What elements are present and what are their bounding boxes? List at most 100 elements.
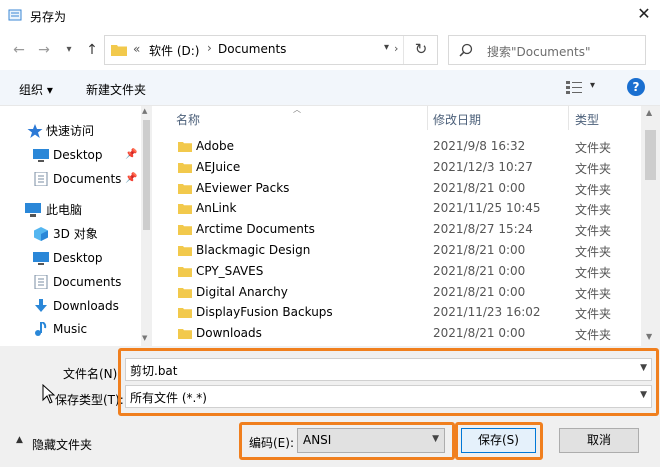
pin-icon[interactable]: 📌 <box>125 144 137 166</box>
file-row[interactable]: Arctime Documents 2021/8/27 15:24 文件夹 <box>152 220 627 241</box>
file-name: AnLink <box>196 201 237 216</box>
computer-icon <box>25 203 41 217</box>
scroll-down-icon[interactable]: ▼ <box>142 334 147 342</box>
filetype-label: 保存类型(T): <box>55 393 124 407</box>
file-type: 文件夹 <box>575 141 612 155</box>
document-icon <box>34 275 48 289</box>
file-name: AEJuice <box>196 159 241 174</box>
file-row[interactable]: CPY_SAVES 2021/8/21 0:00 文件夹 <box>152 262 627 283</box>
pin-icon[interactable]: 📌 <box>125 168 137 190</box>
forward-arrow-icon[interactable]: → <box>35 39 53 61</box>
folder-icon <box>178 266 192 277</box>
folder-icon <box>178 183 192 194</box>
file-row[interactable]: Adobe 2021/9/8 16:32 文件夹 <box>152 137 627 158</box>
folder-icon <box>178 142 192 152</box>
file-list: ︿ 名称 修改日期 类型 Adobe 2021/9/8 16:32 文件夹 AEJui… <box>152 106 660 346</box>
cancel-button[interactable]: 取消 <box>559 428 639 453</box>
highlight-box <box>239 422 455 460</box>
file-type: 文件夹 <box>575 245 612 259</box>
file-row[interactable]: AnLink 2021/11/25 10:45 文件夹 <box>152 199 627 220</box>
highlight-box <box>455 422 543 460</box>
file-name: Downloads <box>196 326 262 341</box>
document-icon <box>34 172 48 186</box>
scroll-up-icon[interactable]: ▲ <box>646 108 652 117</box>
file-row[interactable]: Blackmagic Design 2021/8/21 0:00 文件夹 <box>152 241 627 262</box>
navigation-pane: 快速访问 Desktop 📌 Documents 📌 此电脑 3D 对象 Des… <box>0 106 152 346</box>
toolbar: 组织 ▾ 新建文件夹 ▾ ? <box>0 70 660 106</box>
file-row[interactable]: AEviewer Packs 2021/8/21 0:00 文件夹 <box>152 179 627 200</box>
file-name: DisplayFusion Backups <box>196 305 333 320</box>
music-icon <box>35 322 47 336</box>
chevron-up-icon[interactable]: ▲ <box>16 435 23 445</box>
column-type[interactable]: 类型 <box>575 111 599 128</box>
file-row[interactable]: Digital Anarchy 2021/8/21 0:00 文件夹 <box>152 283 627 304</box>
file-type: 文件夹 <box>575 286 612 301</box>
file-name: CPY_SAVES <box>196 263 264 278</box>
notepad-icon <box>8 9 22 21</box>
column-divider[interactable] <box>427 106 428 130</box>
file-date: 2021/8/21 0:00 <box>433 243 526 257</box>
scroll-up-icon[interactable]: ▲ <box>142 107 147 115</box>
file-row[interactable]: DisplayFusion Backups 2021/11/23 16:02 文件夹 <box>152 303 627 324</box>
organize-menu[interactable]: 组织 ▾ <box>19 81 53 98</box>
search-box[interactable]: 搜索"Documents" <box>448 35 646 65</box>
file-date: 2021/11/25 10:45 <box>433 201 541 216</box>
close-icon[interactable]: ✕ <box>634 4 654 24</box>
file-name: Arctime Documents <box>196 222 315 237</box>
file-date: 2021/8/27 15:24 <box>433 222 533 237</box>
highlight-box <box>118 348 659 416</box>
back-arrow-icon[interactable]: ← <box>10 39 28 61</box>
file-type: 文件夹 <box>575 328 612 343</box>
folder-icon <box>178 162 192 173</box>
title-bar: 另存为 ✕ <box>0 0 660 32</box>
help-icon[interactable]: ? <box>627 78 645 96</box>
file-name: Adobe <box>196 139 234 153</box>
file-row[interactable]: AEJuice 2021/12/3 10:27 文件夹 <box>152 158 627 179</box>
file-type: 文件夹 <box>575 265 612 280</box>
breadcrumb-drive[interactable]: 软件 (D:) <box>149 42 199 59</box>
view-options-icon[interactable] <box>565 79 583 95</box>
hide-folders-toggle[interactable]: 隐藏文件夹 <box>32 436 92 453</box>
new-folder-button[interactable]: 新建文件夹 <box>86 81 146 98</box>
folder-icon <box>178 225 192 236</box>
folder-icon <box>111 45 127 56</box>
file-type: 文件夹 <box>575 307 612 322</box>
file-date: 2021/8/21 0:00 <box>433 284 526 299</box>
star-icon <box>27 124 43 138</box>
search-icon <box>459 43 473 57</box>
folder-icon <box>178 287 192 298</box>
breadcrumb-documents[interactable]: Documents <box>218 42 286 56</box>
cube-icon <box>34 227 48 241</box>
column-name[interactable]: 名称 <box>176 111 200 128</box>
file-type: 文件夹 <box>575 203 612 218</box>
recent-chevron-icon[interactable]: ▾ <box>60 39 78 61</box>
mouse-cursor-icon <box>42 384 56 404</box>
file-row[interactable]: Downloads 2021/8/21 0:00 文件夹 <box>152 324 627 345</box>
folder-icon <box>178 329 192 340</box>
up-arrow-icon[interactable]: ↑ <box>83 39 101 61</box>
breadcrumb-separator[interactable]: › <box>207 41 212 55</box>
file-name: Blackmagic Design <box>196 243 311 257</box>
divider <box>403 36 404 64</box>
column-divider[interactable] <box>568 106 569 130</box>
file-name: Digital Anarchy <box>196 284 288 299</box>
refresh-icon[interactable]: ↻ <box>411 38 431 60</box>
nav-scrollbar-thumb[interactable] <box>143 120 150 230</box>
search-placeholder: 搜索"Documents" <box>487 45 591 59</box>
file-date: 2021/8/21 0:00 <box>433 180 526 195</box>
breadcrumb-separator[interactable]: › <box>394 42 398 55</box>
scroll-down-icon[interactable]: ▼ <box>646 332 652 341</box>
folder-icon <box>178 246 192 256</box>
overflow-chevron[interactable]: « <box>133 42 140 56</box>
folder-icon <box>178 308 192 319</box>
window-title: 另存为 <box>30 10 67 24</box>
file-date: 2021/9/8 16:32 <box>433 139 526 153</box>
view-dropdown-icon[interactable]: ▾ <box>590 80 595 91</box>
folder-icon <box>178 204 192 215</box>
file-list-scrollbar-thumb[interactable] <box>645 130 656 180</box>
desktop-icon <box>33 149 49 162</box>
file-type: 文件夹 <box>575 161 612 176</box>
address-dropdown-icon[interactable]: ▾ <box>384 42 389 53</box>
column-modified[interactable]: 修改日期 <box>433 111 481 128</box>
file-date: 2021/12/3 10:27 <box>433 159 533 174</box>
